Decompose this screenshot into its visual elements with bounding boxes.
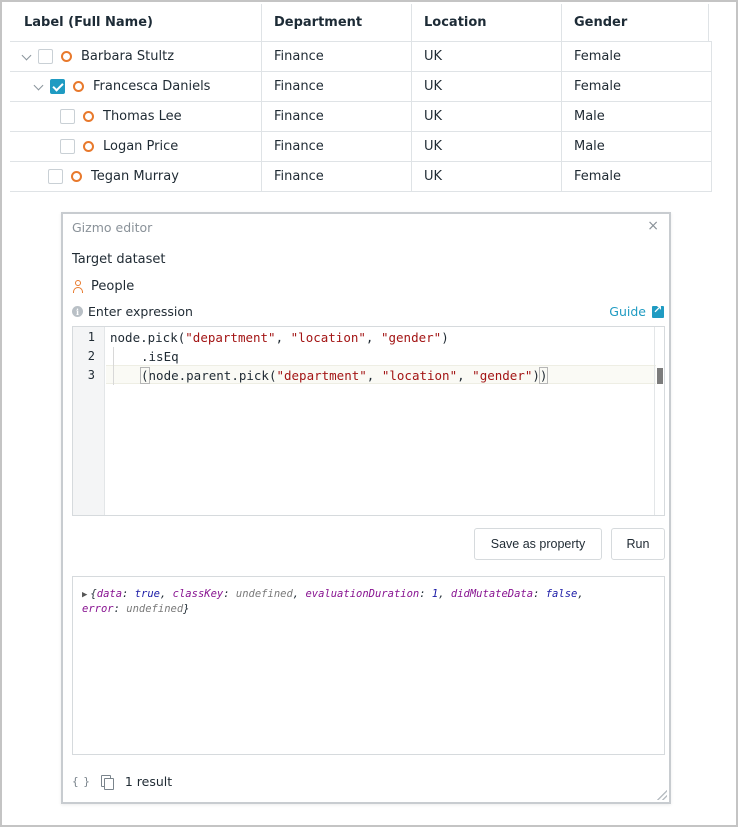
record-icon bbox=[71, 171, 82, 182]
info-icon[interactable]: i bbox=[72, 306, 83, 317]
dialog-title: Gizmo editor bbox=[72, 220, 153, 235]
column-header-department[interactable]: Department bbox=[261, 4, 411, 41]
row-department: Finance bbox=[261, 132, 411, 161]
editor-scrollbar-thumb[interactable] bbox=[657, 368, 663, 384]
target-dataset[interactable]: People bbox=[72, 279, 134, 294]
guide-link[interactable]: Guide bbox=[609, 303, 664, 319]
table-row[interactable]: Tegan Murray Finance UK Female bbox=[10, 162, 712, 192]
column-header-location[interactable]: Location bbox=[411, 4, 561, 41]
close-icon[interactable]: × bbox=[647, 218, 659, 234]
line-number: 3 bbox=[87, 368, 95, 382]
table-row[interactable]: Thomas Lee Finance UK Male bbox=[10, 102, 712, 132]
result-count: 1 result bbox=[124, 774, 173, 789]
row-department: Finance bbox=[261, 162, 411, 191]
row-label-cell: Thomas Lee bbox=[10, 102, 261, 131]
column-header-label[interactable]: Label (Full Name) bbox=[10, 4, 261, 41]
table-row[interactable]: Francesca Daniels Finance UK Female bbox=[10, 72, 712, 102]
record-icon bbox=[83, 111, 94, 122]
row-location: UK bbox=[411, 42, 561, 71]
braces-icon[interactable]: { } bbox=[72, 775, 90, 788]
row-gender: Male bbox=[561, 132, 712, 161]
row-location: UK bbox=[411, 162, 561, 191]
row-gender: Male bbox=[561, 102, 712, 131]
record-icon bbox=[61, 51, 72, 62]
table-row[interactable]: Barbara Stultz Finance UK Female bbox=[10, 42, 712, 72]
resize-handle-icon[interactable] bbox=[657, 790, 667, 800]
save-as-property-button[interactable]: Save as property bbox=[474, 528, 602, 560]
row-department: Finance bbox=[261, 42, 411, 71]
dataset-name: People bbox=[91, 279, 135, 294]
row-name: Thomas Lee bbox=[103, 109, 182, 124]
row-name: Tegan Murray bbox=[91, 169, 179, 184]
code-editor[interactable]: 1 2 3 node.pick("department", "location"… bbox=[72, 326, 665, 516]
row-checkbox[interactable] bbox=[38, 49, 53, 64]
person-icon bbox=[72, 279, 84, 294]
guide-label: Guide bbox=[609, 304, 646, 319]
row-department: Finance bbox=[261, 102, 411, 131]
table-header: Label (Full Name) Department Location Ge… bbox=[10, 4, 712, 42]
row-gender: Female bbox=[561, 42, 712, 71]
column-header-gender[interactable]: Gender bbox=[561, 4, 709, 41]
row-label-cell: Tegan Murray bbox=[10, 162, 261, 191]
expression-label-row: i Enter expression bbox=[72, 304, 193, 319]
matched-bracket: ) bbox=[538, 367, 549, 384]
chevron-down-icon[interactable] bbox=[20, 51, 32, 63]
row-label-cell: Barbara Stultz bbox=[10, 42, 261, 71]
row-location: UK bbox=[411, 132, 561, 161]
external-link-icon bbox=[652, 303, 664, 318]
copy-icon[interactable] bbox=[100, 775, 114, 790]
chevron-down-icon[interactable] bbox=[32, 81, 44, 93]
row-checkbox[interactable] bbox=[48, 169, 63, 184]
record-icon bbox=[83, 141, 94, 152]
record-icon bbox=[73, 81, 84, 92]
row-location: UK bbox=[411, 72, 561, 101]
people-table: Label (Full Name) Department Location Ge… bbox=[10, 4, 712, 192]
code-line-1: node.pick("department", "location", "gen… bbox=[110, 330, 449, 345]
line-number-gutter: 1 2 3 bbox=[73, 327, 105, 515]
row-checkbox-checked[interactable] bbox=[50, 79, 65, 94]
row-checkbox[interactable] bbox=[60, 139, 75, 154]
row-name: Logan Price bbox=[103, 139, 179, 154]
row-location: UK bbox=[411, 102, 561, 131]
gizmo-editor-dialog: Gizmo editor × Target dataset People i E… bbox=[61, 212, 671, 804]
row-checkbox[interactable] bbox=[60, 109, 75, 124]
matched-bracket: ( bbox=[140, 367, 150, 384]
table-row[interactable]: Logan Price Finance UK Male bbox=[10, 132, 712, 162]
expression-label: Enter expression bbox=[88, 304, 193, 319]
row-label-cell: Francesca Daniels bbox=[10, 72, 261, 101]
dialog-footer: { } 1 result bbox=[72, 774, 173, 790]
result-output-panel: ▶ {data: true, classKey: undefined, evalu… bbox=[72, 576, 665, 755]
row-department: Finance bbox=[261, 72, 411, 101]
run-button[interactable]: Run bbox=[611, 528, 665, 560]
row-gender: Female bbox=[561, 72, 712, 101]
target-dataset-label: Target dataset bbox=[72, 252, 166, 267]
line-number: 2 bbox=[87, 349, 95, 363]
line-number: 1 bbox=[87, 330, 95, 344]
row-name: Barbara Stultz bbox=[81, 49, 175, 64]
row-label-cell: Logan Price bbox=[10, 132, 261, 161]
indent-guide bbox=[113, 347, 114, 385]
row-name: Francesca Daniels bbox=[93, 79, 211, 94]
row-gender: Female bbox=[561, 162, 712, 191]
code-line-2: .isEq bbox=[141, 349, 179, 364]
result-object[interactable]: ▶ {data: true, classKey: undefined, evalu… bbox=[82, 587, 652, 616]
expand-triangle-icon[interactable]: ▶ bbox=[82, 590, 87, 600]
editor-scrollbar[interactable] bbox=[654, 327, 664, 515]
code-line-3: (node.parent.pick("department", "locatio… bbox=[140, 367, 549, 384]
